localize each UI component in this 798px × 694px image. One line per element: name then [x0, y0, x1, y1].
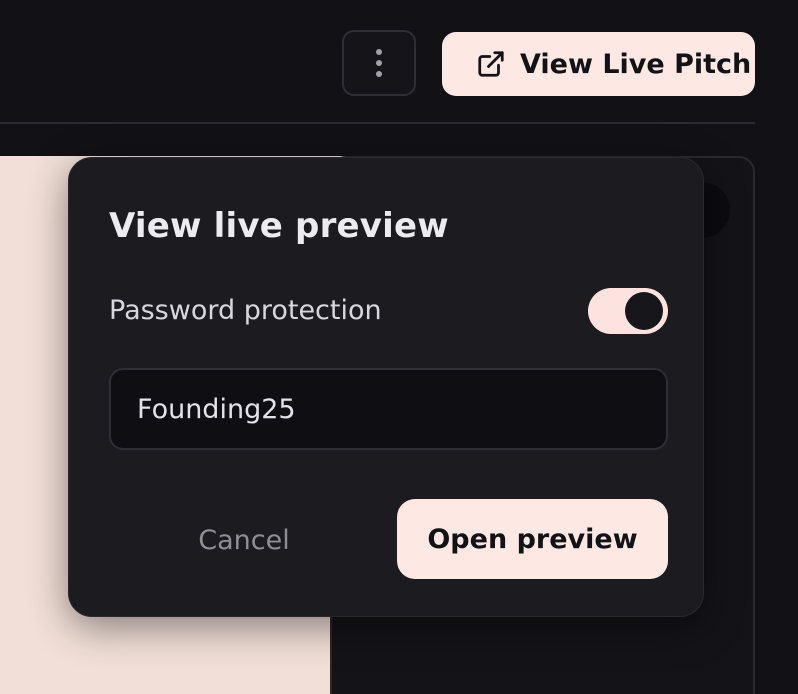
toggle-knob: [625, 292, 663, 330]
more-options-button[interactable]: [342, 30, 416, 96]
cancel-button[interactable]: Cancel: [109, 500, 379, 580]
vertical-dots-icon: [376, 49, 382, 55]
header-divider: [0, 122, 755, 124]
vertical-dots-icon-dot: [376, 60, 382, 66]
open-preview-button[interactable]: Open preview: [397, 499, 668, 579]
view-live-pitch-label: View Live Pitch: [520, 48, 752, 80]
app-window: View Live Pitch View live preview Passwo…: [0, 0, 798, 694]
dialog-title: View live preview: [109, 206, 449, 246]
external-link-icon: [476, 49, 506, 79]
view-live-pitch-button[interactable]: View Live Pitch: [442, 32, 755, 96]
password-protection-label: Password protection: [109, 295, 382, 326]
live-preview-dialog: View live preview Password protection Fo…: [68, 157, 704, 617]
password-input[interactable]: Founding25: [109, 368, 668, 450]
password-protection-toggle[interactable]: [588, 288, 668, 334]
vertical-dots-icon-dot: [376, 71, 382, 77]
